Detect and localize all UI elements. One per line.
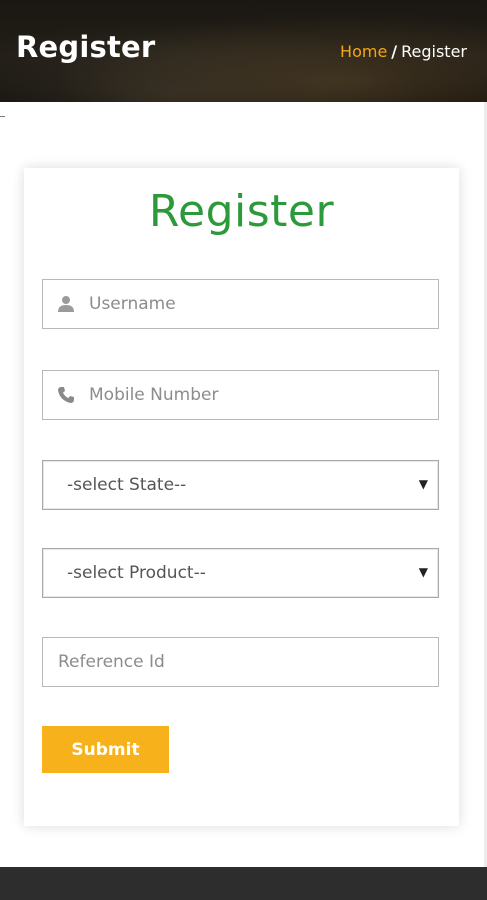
register-card: Register Username Mobile Number -select … bbox=[24, 168, 459, 826]
mobile-number-placeholder: Mobile Number bbox=[89, 385, 219, 405]
reference-id-placeholder: Reference Id bbox=[58, 652, 165, 672]
product-select[interactable]: -select Product-- ▼ bbox=[42, 548, 439, 598]
reference-id-input[interactable]: Reference Id bbox=[42, 637, 439, 687]
phone-icon bbox=[57, 386, 75, 404]
product-select-value: -select Product-- bbox=[67, 563, 206, 583]
form-title: Register bbox=[148, 186, 335, 237]
page-header-banner: Register Home / Register bbox=[0, 0, 487, 102]
breadcrumb-separator: / bbox=[391, 42, 398, 61]
submit-button[interactable]: Submit bbox=[42, 726, 169, 773]
divider bbox=[0, 116, 5, 117]
state-select[interactable]: -select State-- ▼ bbox=[42, 460, 439, 510]
breadcrumb-current: Register bbox=[401, 42, 467, 61]
footer bbox=[0, 867, 487, 900]
username-input[interactable]: Username bbox=[42, 279, 439, 329]
mobile-number-input[interactable]: Mobile Number bbox=[42, 370, 439, 420]
chevron-down-icon: ▼ bbox=[418, 477, 428, 491]
chevron-down-icon: ▼ bbox=[418, 565, 428, 579]
user-icon bbox=[57, 295, 75, 313]
state-select-value: -select State-- bbox=[67, 475, 187, 495]
breadcrumb-home-link[interactable]: Home bbox=[340, 42, 387, 61]
page-title: Register bbox=[16, 30, 156, 64]
username-placeholder: Username bbox=[89, 294, 176, 314]
breadcrumb: Home / Register bbox=[340, 42, 467, 61]
